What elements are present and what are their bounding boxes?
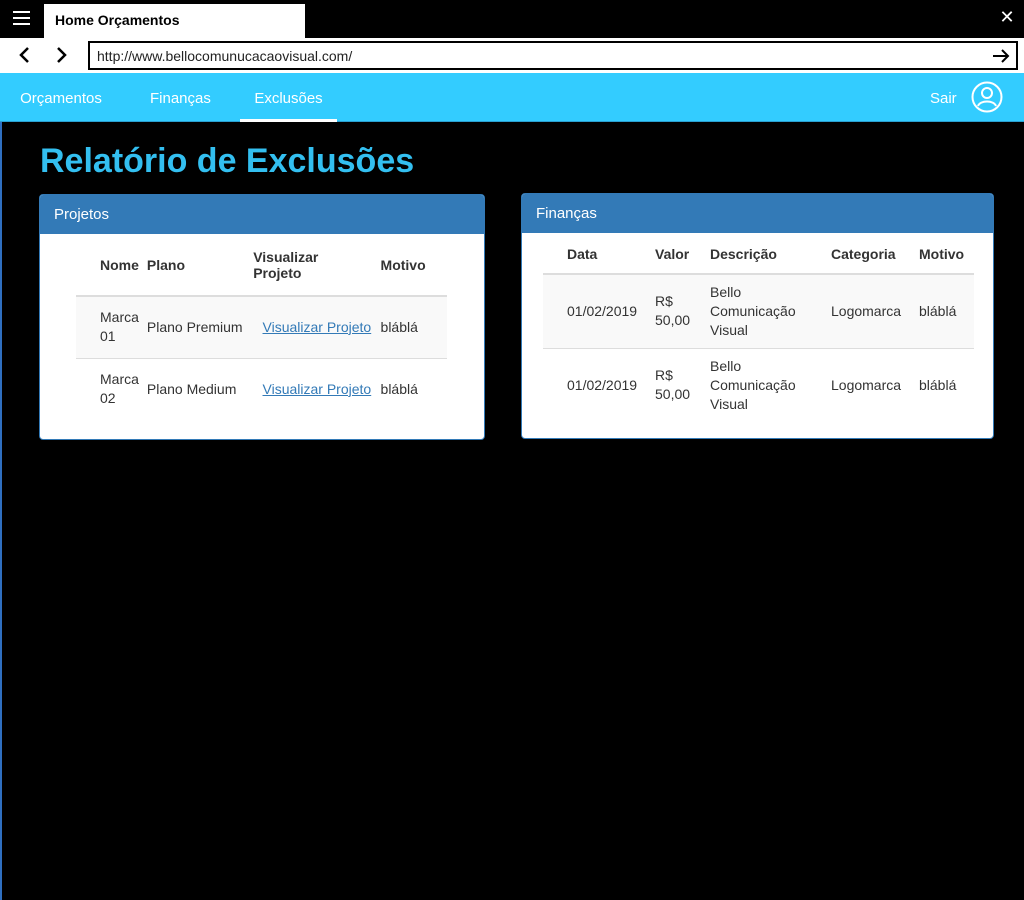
- cell-motivo: bláblá: [919, 376, 957, 393]
- financas-panel: Finanças Data Valor Descrição Categoria …: [521, 193, 994, 439]
- table-row: Marca 01 Plano Premium Visualizar Projet…: [76, 296, 447, 358]
- close-icon[interactable]: ✕: [998, 6, 1016, 28]
- col-plano: Plano: [146, 256, 185, 273]
- browser-navbar: http://www.bellocomunucacaovisual.com/: [0, 38, 1024, 73]
- tab-title: Home Orçamentos: [55, 12, 180, 28]
- page-title: Relatório de Exclusões: [40, 142, 415, 180]
- cell-descricao: Bello Comunicação Visual: [710, 357, 796, 412]
- table-row: Marca 02 Plano Medium Visualizar Projeto…: [76, 358, 447, 420]
- cell-descricao: Bello Comunicação Visual: [710, 283, 796, 338]
- cell-motivo: bláblá: [380, 318, 418, 335]
- col-visualizar: Visualizar Projeto: [253, 248, 319, 281]
- cell-categoria: Logomarca: [831, 376, 902, 393]
- browser-titlebar: Home Orçamentos ✕: [0, 0, 1024, 38]
- projetos-heading: Projetos: [40, 195, 484, 234]
- col-nome: Nome: [100, 256, 139, 273]
- visualizar-projeto-link[interactable]: Visualizar Projeto: [253, 380, 380, 399]
- nav-financas-label: Finanças: [150, 90, 211, 107]
- nav-exclusoes-label: Exclusões: [254, 90, 323, 107]
- financas-heading: Finanças: [522, 194, 993, 233]
- address-bar[interactable]: http://www.bellocomunucacaovisual.com/: [88, 41, 1018, 70]
- col-motivo: Motivo: [380, 256, 426, 273]
- nav-orcamentos-label: Orçamentos: [20, 90, 102, 107]
- projetos-table: Nome Plano Visualizar Projeto Motivo Mar…: [76, 240, 447, 420]
- table-header-row: Data Valor Descrição Categoria Motivo: [543, 234, 974, 274]
- user-icon[interactable]: [971, 81, 1003, 113]
- cell-plano: Plano Premium: [146, 318, 243, 335]
- cell-nome: Marca 01: [100, 309, 139, 345]
- col-categoria: Categoria: [831, 245, 896, 262]
- menu-icon[interactable]: [10, 8, 34, 28]
- table-row: 01/02/2019 R$ 50,00 Bello Comunicação Vi…: [543, 348, 974, 422]
- visualizar-projeto-link[interactable]: Visualizar Projeto: [253, 318, 380, 337]
- cell-data: 01/02/2019: [567, 302, 638, 319]
- cell-motivo: bláblá: [380, 380, 418, 397]
- cell-nome: Marca 02: [100, 371, 139, 407]
- nav-financas[interactable]: Finanças: [150, 73, 211, 122]
- col-data: Data: [567, 245, 598, 262]
- col-valor: Valor: [655, 245, 690, 262]
- cell-categoria: Logomarca: [831, 302, 902, 319]
- cell-valor: R$ 50,00: [655, 293, 691, 329]
- cell-plano: Plano Medium: [146, 380, 237, 397]
- cell-motivo: bláblá: [919, 302, 957, 319]
- app-header: Orçamentos Finanças Exclusões Sair: [0, 73, 1024, 122]
- nav-orcamentos[interactable]: Orçamentos: [20, 73, 102, 122]
- go-arrow-icon[interactable]: [990, 45, 1012, 67]
- url-text: http://www.bellocomunucacaovisual.com/: [97, 48, 353, 64]
- cell-valor: R$ 50,00: [655, 367, 691, 403]
- table-header-row: Nome Plano Visualizar Projeto Motivo: [76, 240, 447, 296]
- col-motivo: Motivo: [919, 245, 965, 262]
- col-descricao: Descrição: [710, 245, 777, 262]
- forward-arrow-icon[interactable]: [48, 41, 74, 69]
- logout-link[interactable]: Sair: [930, 90, 957, 107]
- table-row: 01/02/2019 R$ 50,00 Bello Comunicação Vi…: [543, 274, 974, 348]
- cell-data: 01/02/2019: [567, 376, 638, 393]
- projetos-panel: Projetos Nome Plano Visualizar Projeto M…: [39, 194, 485, 440]
- left-border: [0, 122, 2, 900]
- browser-tab[interactable]: Home Orçamentos: [44, 4, 305, 38]
- nav-exclusoes[interactable]: Exclusões: [240, 73, 337, 122]
- back-arrow-icon[interactable]: [12, 41, 38, 69]
- financas-table: Data Valor Descrição Categoria Motivo 01…: [543, 234, 974, 422]
